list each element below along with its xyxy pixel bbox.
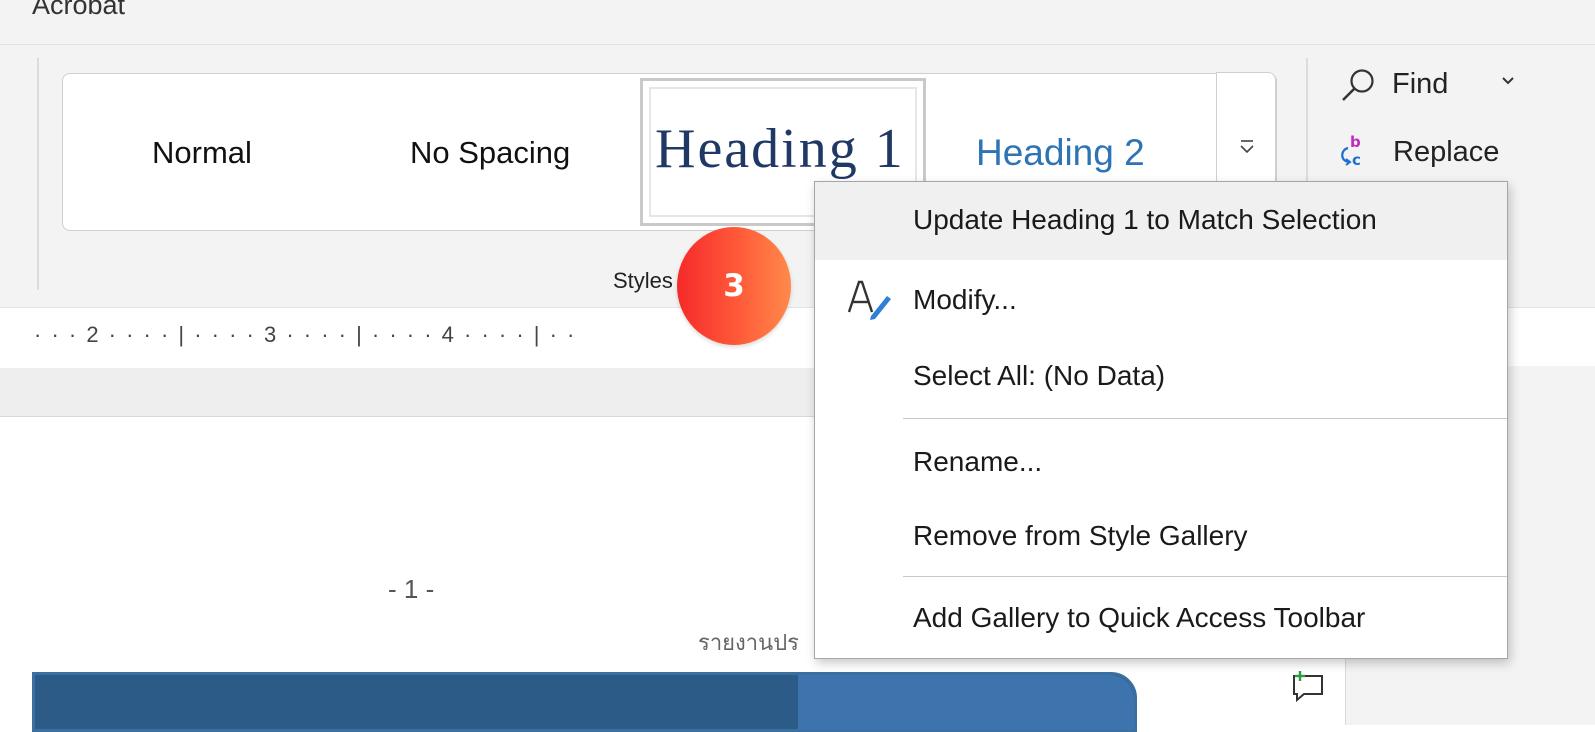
- ruler-ticks: · · · 2 · · · · | · · · · 3 · · · · | · …: [34, 322, 577, 347]
- menu-item-label: Rename...: [913, 446, 1043, 477]
- menu-item-rename[interactable]: Rename...: [815, 424, 1507, 502]
- menu-item-label: Remove from Style Gallery: [913, 520, 1248, 551]
- search-icon[interactable]: [1338, 66, 1378, 106]
- tab-acrobat[interactable]: Acrobat: [32, 0, 125, 21]
- style-heading-1-label: Heading 1: [655, 118, 905, 180]
- tab-strip: [0, 0, 1595, 45]
- style-no-spacing[interactable]: No Spacing: [410, 135, 570, 171]
- page-number: - 1 -: [388, 574, 435, 604]
- header-shape-highlight: [798, 675, 1134, 730]
- modify-style-icon: [847, 280, 891, 320]
- menu-separator: [903, 418, 1507, 419]
- menu-item-add-to-qat[interactable]: Add Gallery to Quick Access Toolbar: [815, 580, 1507, 658]
- menu-item-label: Update Heading 1 to Match Selection: [913, 204, 1377, 235]
- chevron-down-icon[interactable]: [1498, 70, 1518, 96]
- style-heading-2[interactable]: Heading 2: [976, 132, 1145, 174]
- new-comment-icon[interactable]: [1288, 668, 1328, 704]
- replace-button[interactable]: Replace: [1393, 136, 1499, 169]
- svg-text:c: c: [1352, 151, 1361, 168]
- find-button[interactable]: Find: [1392, 68, 1448, 101]
- styles-group-label: Styles: [613, 268, 673, 293]
- menu-item-remove-from-gallery[interactable]: Remove from Style Gallery: [815, 498, 1507, 576]
- menu-item-label: Add Gallery to Quick Access Toolbar: [913, 602, 1366, 633]
- menu-item-label: Select All: (No Data): [913, 360, 1166, 391]
- replace-icon[interactable]: b c: [1338, 133, 1366, 175]
- step-badge: 3: [677, 227, 791, 345]
- menu-item-update-heading[interactable]: Update Heading 1 to Match Selection: [815, 182, 1507, 260]
- menu-item-label: Modify...: [913, 284, 1017, 315]
- menu-item-select-all[interactable]: Select All: (No Data): [815, 338, 1507, 416]
- style-context-menu: Update Heading 1 to Match Selection Modi…: [814, 181, 1508, 659]
- footer-text: รายงานปร: [698, 630, 799, 655]
- gallery-more-icon: [1236, 136, 1258, 164]
- menu-separator: [903, 576, 1507, 577]
- svg-text:b: b: [1350, 134, 1361, 151]
- style-normal[interactable]: Normal: [152, 135, 252, 171]
- menu-item-modify[interactable]: Modify...: [815, 262, 1507, 340]
- ribbon-divider: [37, 58, 39, 290]
